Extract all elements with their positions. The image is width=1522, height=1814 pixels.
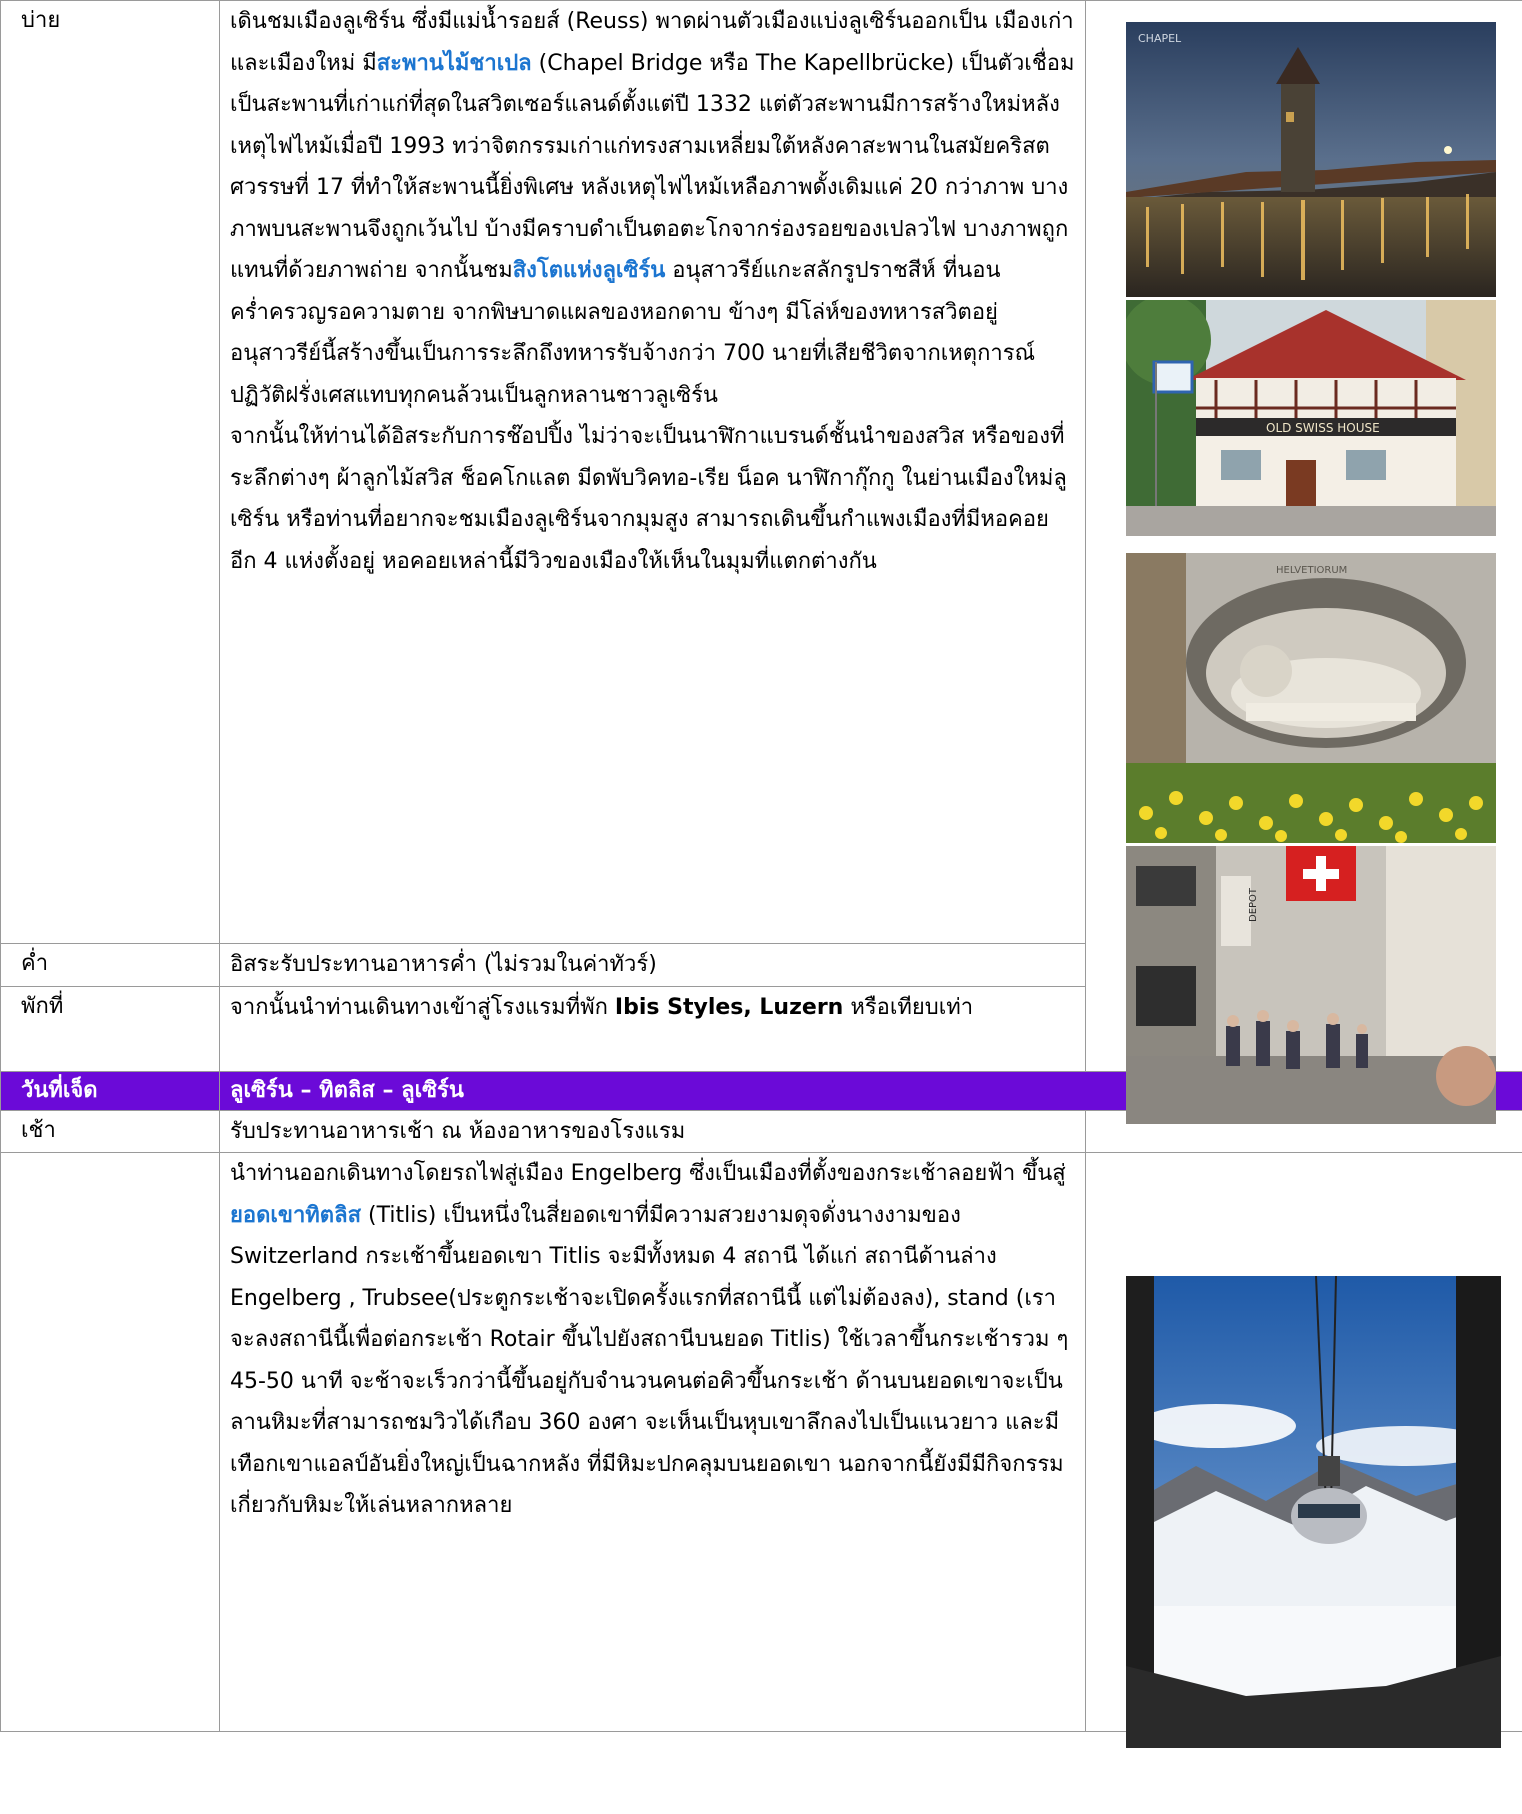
afternoon-paragraph-2: จากนั้นให้ท่านได้อิสระกับการช๊อปปิ้ง ไม่… [230,424,1067,574]
chapel-bridge-photo: CHAPEL [1126,22,1496,297]
lucerne-street-photo: DEPOT [1126,846,1496,1124]
hotel-name: Ibis Styles, Luzern [614,994,844,1020]
lion-sign-text: HELVETIORUM [1276,565,1347,576]
dinner-text: อิสระรับประทานอาหารค่ำ (ไม่รวมในค่าทัวร์… [219,943,1086,987]
label-morning: เช้า [0,1109,220,1153]
chapel-bridge-link[interactable]: สะพานไม้ชาเปล [377,51,532,76]
label-titlis [0,1152,220,1732]
titlis-link[interactable]: ยอดเขาทิตลิส [230,1203,361,1228]
morning-text: รับประทานอาหารเช้า ณ ห้องอาหารของโรงแรม [219,1109,1086,1153]
titlis-rotair-photo [1126,1276,1501,1748]
label-hotel: พักที่ [0,985,220,1072]
day7-label: วันที่เจ็ด [0,1070,220,1111]
house-sign-text: OLD SWISS HOUSE [1266,421,1380,435]
afternoon-paragraph-1: เดินชมเมืองลูเซิร์น ซึ่งมีแม่น้ำรอยส์ (R… [230,9,1075,408]
street-sign-text: DEPOT [1248,887,1259,922]
chapel-sign-text: CHAPEL [1138,32,1182,45]
lion-monument-link[interactable]: สิงโตแห่งลูเซิร์น [513,258,666,283]
afternoon-text: เดินชมเมืองลูเซิร์น ซึ่งมีแม่น้ำรอยส์ (R… [219,0,1086,944]
hotel-text: จากนั้นนำท่านเดินทางเข้าสู่โรงแรมที่พัก … [219,985,1086,1072]
old-swiss-house-photo: OLD SWISS HOUSE [1126,300,1496,536]
titlis-text: นำท่านออกเดินทางโดยรถไฟสู่เมือง Engelber… [219,1152,1086,1732]
lion-monument-photo: HELVETIORUM [1126,553,1496,843]
label-afternoon: บ่าย [0,0,220,944]
label-dinner: ค่ำ [0,943,220,987]
